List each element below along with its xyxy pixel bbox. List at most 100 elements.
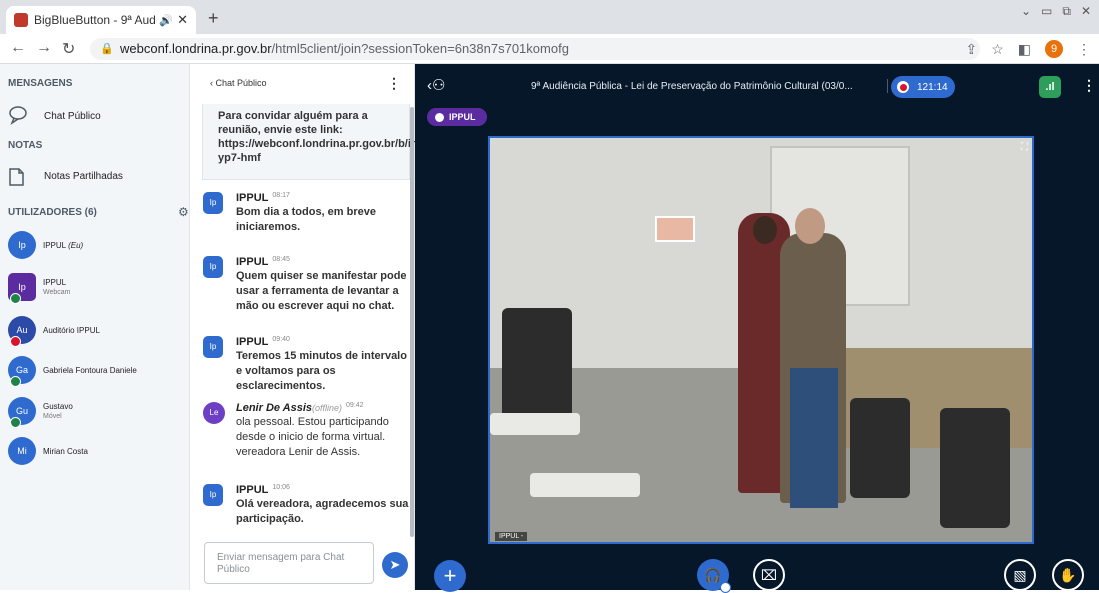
user-list-item[interactable]: Gu Gustavo Móvel: [8, 397, 73, 428]
star-icon[interactable]: ☆: [991, 41, 1004, 58]
back-icon[interactable]: ←: [10, 39, 26, 57]
video-poster: [655, 216, 695, 242]
divider: [887, 79, 888, 93]
record-icon: [897, 81, 909, 93]
recording-indicator[interactable]: 121:14: [891, 76, 955, 98]
url-field[interactable]: 🔒 webconf.londrina.pr.gov.br/html5client…: [90, 38, 980, 60]
browser-actions: ⇪ ☆ ◧ 9 ⋮: [965, 40, 1091, 58]
users-section-title: UTILIZADORES (6): [8, 207, 97, 218]
video-user-label: IPPUL -: [495, 532, 528, 541]
message-avatar: Ip: [203, 256, 223, 278]
send-button[interactable]: ➤: [382, 552, 408, 578]
user-list-item[interactable]: Ga Gabriela Fontoura Daniele: [8, 356, 137, 387]
restore-icon[interactable]: ⧉: [1062, 4, 1071, 19]
message-time: 08:45: [272, 256, 290, 263]
audio-options-badge[interactable]: [720, 582, 731, 593]
message-time: 08:17: [272, 192, 290, 199]
audio-headphones-button[interactable]: 🎧: [697, 559, 731, 593]
chat-panel: ‹ Chat Público ⋮ Para convidar alguém pa…: [190, 64, 427, 590]
message-text: Olá vereadora, agradecemos sua participa…: [236, 498, 409, 525]
tab-close-icon[interactable]: ✕: [177, 12, 188, 28]
chat-bubble-icon: [8, 105, 30, 127]
user-avatar: Ip: [8, 273, 36, 304]
video-chair: [940, 408, 1010, 528]
actions-plus-button[interactable]: +: [434, 560, 466, 592]
message-author: IPPUL: [236, 256, 269, 268]
user-status: Móvel: [43, 413, 62, 420]
user-list-item[interactable]: Mi Mirian Costa: [8, 437, 88, 465]
shared-notes-item[interactable]: Notas Partilhadas: [8, 165, 123, 187]
public-chat-item[interactable]: Chat Público: [8, 105, 101, 127]
minimize-icon[interactable]: ▭: [1041, 4, 1052, 19]
message-avatar: Ip: [203, 192, 223, 214]
user-name: IPPUL: [43, 240, 66, 250]
user-suffix: (Eu): [68, 240, 84, 250]
forward-icon[interactable]: →: [36, 39, 52, 57]
record-time: 121:14: [917, 81, 948, 93]
video-person-legs: [790, 368, 838, 508]
chat-back-button[interactable]: ‹ Chat Público: [210, 78, 267, 88]
browser-tab[interactable]: BigBlueButton - 9ª Audiênci 🔊 ✕: [6, 6, 196, 34]
chat-message-input[interactable]: Enviar mensagem para Chat Público: [204, 542, 374, 584]
connection-status-icon[interactable]: .ıl: [1039, 76, 1061, 98]
user-list-item[interactable]: Au Auditório IPPUL: [8, 316, 100, 347]
main-area: ‹⚇ 9ª Audiência Pública - Lei de Preserv…: [415, 64, 1099, 593]
user-panel: MENSAGENS Chat Público NOTAS Notas Parti…: [0, 64, 190, 590]
messages-section-title: MENSAGENS: [8, 78, 73, 89]
user-avatar: Ip: [8, 231, 36, 259]
user-name: Gustavo: [43, 402, 73, 411]
shared-notes-label: Notas Partilhadas: [44, 170, 123, 182]
headphones-icon: [10, 376, 21, 387]
presenter-name: IPPUL: [449, 112, 476, 122]
chevron-down-icon[interactable]: ⌄: [1021, 4, 1031, 19]
fullscreen-icon[interactable]: ⛶: [1021, 142, 1028, 153]
message-text: ola pessoal. Estou participando desde o …: [236, 416, 389, 458]
user-list-item[interactable]: Ip IPPUL (Eu): [8, 231, 83, 259]
gear-icon[interactable]: ⚙: [178, 205, 189, 219]
user-avatar: Au: [8, 316, 36, 347]
options-menu-icon[interactable]: ⋮: [1082, 77, 1096, 94]
chat-header: ‹ Chat Público ⋮: [190, 64, 415, 104]
message-text: Teremos 15 minutos de intervalo e voltam…: [236, 350, 407, 392]
message-text: Bom dia a todos, em breve iniciaremos.: [236, 206, 376, 233]
video-desk: [490, 413, 580, 435]
mic-icon: [10, 293, 21, 304]
notes-icon: [8, 165, 30, 187]
url-host: webconf.londrina.pr.gov.br: [120, 41, 272, 56]
presentation-button[interactable]: ▧: [1004, 559, 1036, 591]
menu-kebab-icon[interactable]: ⋮: [1077, 41, 1091, 58]
bigbluebutton-favicon-icon: [14, 13, 28, 27]
lock-icon: 🔒: [100, 43, 114, 55]
message-avatar: Le: [203, 402, 225, 424]
video-desk: [530, 473, 640, 497]
welcome-message: Para convidar alguém para a reunião, env…: [202, 104, 427, 180]
user-status: Webcam: [43, 289, 71, 296]
close-window-icon[interactable]: ✕: [1081, 4, 1091, 19]
message-time: 09:42: [346, 402, 364, 409]
share-icon[interactable]: ⇪: [965, 41, 977, 58]
tab-title: BigBlueButton - 9ª Audiênci: [34, 13, 156, 27]
public-chat-label: Chat Público: [44, 110, 101, 122]
raise-hand-button[interactable]: ✋: [1052, 559, 1084, 591]
speaker-icon[interactable]: 🔊: [159, 14, 173, 27]
user-avatar: Gu: [8, 397, 36, 428]
webcam-video[interactable]: ⛶ IPPUL -: [488, 136, 1034, 544]
user-list-toggle-icon[interactable]: ‹⚇: [427, 76, 445, 94]
user-name: Mirian Costa: [43, 446, 88, 456]
video-chair: [850, 398, 910, 498]
profile-avatar[interactable]: 9: [1045, 40, 1063, 58]
chat-scrollbar[interactable]: [410, 107, 414, 537]
user-name: IPPUL: [43, 278, 67, 287]
message-text: Quem quiser se manifestar pode usar a fe…: [236, 270, 407, 312]
message-status: (offline): [312, 403, 343, 413]
camera-off-button[interactable]: ⌧: [753, 559, 785, 591]
new-tab-button[interactable]: +: [208, 8, 219, 29]
chat-options-icon[interactable]: ⋮: [387, 75, 401, 92]
message-author: IPPUL: [236, 484, 269, 496]
reload-icon[interactable]: ↻: [62, 39, 75, 59]
message-avatar: Ip: [203, 484, 223, 506]
browser-tab-bar: BigBlueButton - 9ª Audiênci 🔊 ✕ + ⌄ ▭ ⧉ …: [0, 0, 1099, 34]
user-list-item[interactable]: Ip IPPUL Webcam: [8, 273, 71, 304]
sidepanel-icon[interactable]: ◧: [1018, 41, 1031, 58]
address-bar: ← → ↻ 🔒 webconf.londrina.pr.gov.br/html5…: [0, 34, 1099, 64]
